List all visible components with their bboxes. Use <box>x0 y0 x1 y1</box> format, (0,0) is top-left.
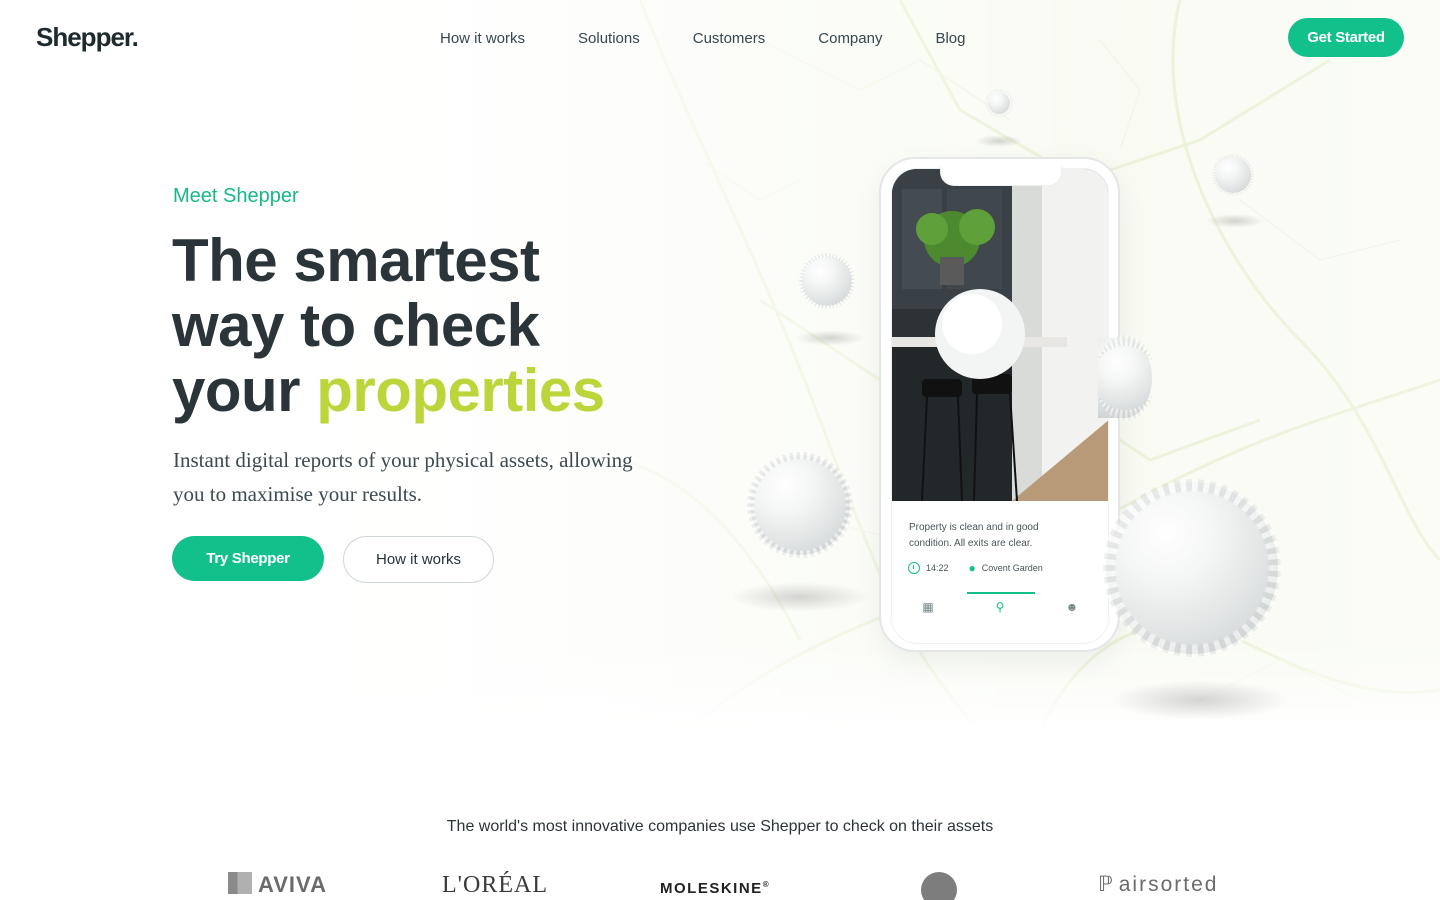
hero-subtext: Instant digital reports of your physical… <box>173 448 633 506</box>
customer-logos: AVIVA L'ORÉAL MOLESKINE® ℙairsorted <box>0 872 1440 900</box>
aviva-logo: AVIVA <box>228 872 327 898</box>
fluffy-ball <box>1215 157 1251 193</box>
report-time: 14:22 <box>926 563 949 573</box>
fluffy-ball <box>750 455 850 555</box>
fluffy-ball <box>988 92 1010 114</box>
location-pin-icon: ● <box>968 561 976 575</box>
search-icon[interactable]: ⚲ <box>990 600 1010 614</box>
get-started-button[interactable]: Get Started <box>1288 18 1404 57</box>
report-caption: Property is clean and in good condition.… <box>909 522 1039 549</box>
fluffy-ball <box>802 256 852 306</box>
ball-shadow <box>730 582 870 612</box>
report-meta: 14:22 ● Covent Garden <box>908 561 1043 575</box>
hero-headline: The smartest way to check your propertie… <box>172 228 605 423</box>
ball-shadow <box>975 135 1023 147</box>
ball-shadow <box>1205 214 1265 228</box>
headline-line-3-prefix: your <box>172 357 317 424</box>
nav-customers[interactable]: Customers <box>693 30 766 47</box>
shepper-logo[interactable]: Shepper. <box>36 22 139 53</box>
moleskine-logo: MOLESKINE® <box>660 880 771 897</box>
phone-notch <box>940 166 1062 186</box>
fluffy-ball <box>1098 338 1152 418</box>
phone-tab-bar: ▦ ⚲ ☻ <box>892 592 1108 622</box>
headline-line-1: The smartest <box>172 227 540 294</box>
headline-line-2: way to check <box>172 292 540 359</box>
nav-how-it-works[interactable]: How it works <box>440 30 525 47</box>
main-nav: How it works Solutions Customers Company… <box>440 30 966 47</box>
ball-shadow <box>1110 680 1290 720</box>
ball-shadow <box>795 330 865 346</box>
customer-circle-logo <box>921 872 957 900</box>
property-photo <box>892 169 1108 501</box>
building-icon[interactable]: ▦ <box>918 600 938 614</box>
nav-blog[interactable]: Blog <box>935 30 965 47</box>
user-icon[interactable]: ☻ <box>1062 600 1082 614</box>
loreal-logo: L'ORÉAL <box>442 872 548 898</box>
report-location: Covent Garden <box>981 563 1043 573</box>
nav-solutions[interactable]: Solutions <box>578 30 640 47</box>
how-it-works-button[interactable]: How it works <box>343 536 494 583</box>
try-shepper-button[interactable]: Try Shepper <box>172 536 324 581</box>
hero-eyebrow: Meet Shepper <box>173 185 299 207</box>
nav-company[interactable]: Company <box>818 30 882 47</box>
customers-heading: The world's most innovative companies us… <box>446 818 994 835</box>
fluffy-ball <box>1106 482 1278 654</box>
headline-accent: properties <box>316 357 605 424</box>
clock-icon <box>908 562 920 574</box>
airsorted-logo: ℙairsorted <box>1098 873 1219 896</box>
